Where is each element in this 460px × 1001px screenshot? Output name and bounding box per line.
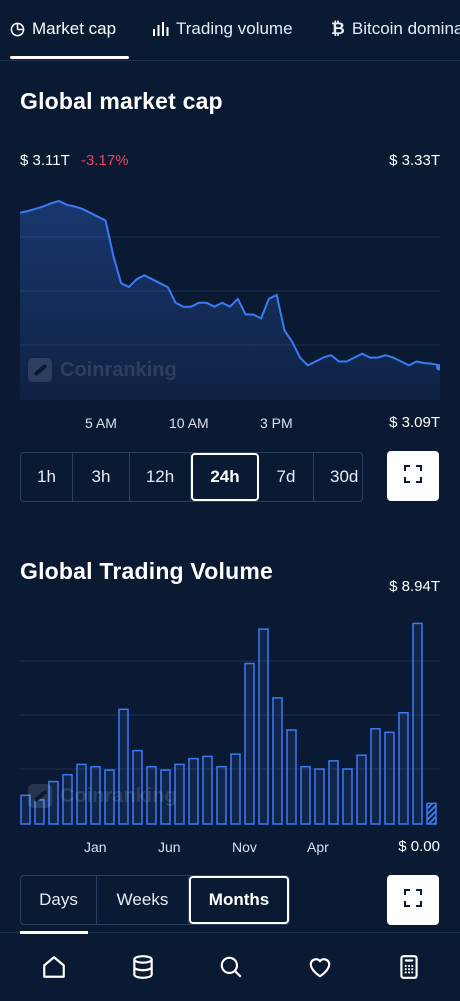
trading-volume-x-label: Jan — [84, 839, 107, 855]
market-cap-change: -3.17% — [81, 152, 129, 169]
period-1h-button[interactable]: 1h — [21, 453, 73, 501]
trading-volume-watermark: Coinranking — [28, 784, 177, 808]
market-cap-x-label: 10 AM — [169, 415, 209, 431]
nav-home[interactable] — [38, 951, 70, 983]
market-cap-watermark: Coinranking — [28, 358, 177, 382]
tab-trading-volume-label: Trading volume — [176, 19, 293, 38]
bitcoin-icon: ₿ — [331, 19, 345, 38]
trading-volume-high: $ 8.94T — [389, 578, 440, 595]
tab-trading-volume[interactable]: Trading volume — [152, 0, 293, 58]
volume-bar — [412, 622, 423, 825]
active-tab-indicator — [10, 56, 129, 59]
volume-bar — [230, 753, 241, 825]
bottom-navigation — [0, 931, 460, 1001]
period-30d-button[interactable]: 30d — [314, 453, 362, 501]
trading-volume-x-label: Jun — [158, 839, 181, 855]
period-7d-button[interactable]: 7d — [259, 453, 314, 501]
market-cap-title: Global market cap — [20, 88, 223, 114]
chart-tabs: Market cap Trading volume ₿ Bitcoin domi… — [0, 0, 460, 61]
volume-bar — [398, 712, 409, 825]
nav-favorites[interactable] — [304, 951, 336, 983]
market-cap-chart[interactable]: Coinranking — [20, 185, 440, 401]
range-months-button[interactable]: Months — [189, 876, 289, 924]
volume-bar — [356, 754, 367, 825]
range-weeks-button[interactable]: Weeks — [97, 876, 189, 924]
volume-bar — [342, 768, 353, 825]
trading-volume-x-label: Apr — [307, 839, 329, 855]
active-nav-indicator — [20, 931, 88, 934]
fullscreen-icon — [403, 888, 423, 913]
tab-market-cap[interactable]: Market cap — [10, 0, 116, 58]
volume-bar — [370, 728, 381, 825]
volume-bar — [188, 757, 199, 825]
period-selector: 1h 3h 12h 24h 7d 30d — [20, 452, 363, 502]
volume-bar — [314, 768, 325, 825]
fullscreen-icon — [403, 464, 423, 489]
market-cap-low: $ 3.09T — [389, 414, 440, 431]
tab-bitcoin-dominance[interactable]: ₿ Bitcoin dominance — [331, 0, 460, 58]
trading-volume-low: $ 0.00 — [398, 838, 440, 855]
trading-volume-fullscreen-button[interactable] — [387, 875, 439, 925]
market-cap-high: $ 3.33T — [389, 152, 440, 169]
market-cap-x-label: 5 AM — [85, 415, 117, 431]
range-days-button[interactable]: Days — [21, 876, 97, 924]
trading-volume-title: Global Trading Volume — [20, 558, 273, 584]
trading-volume-x-label: Nov — [232, 839, 257, 855]
period-12h-button[interactable]: 12h — [130, 453, 191, 501]
heart-icon — [309, 958, 331, 978]
volume-bar — [384, 731, 395, 825]
home-icon — [43, 956, 65, 978]
volume-bar — [258, 628, 269, 825]
range-selector: Days Weeks Months — [20, 875, 290, 925]
tab-market-cap-label: Market cap — [32, 19, 117, 38]
period-3h-button[interactable]: 3h — [73, 453, 130, 501]
volume-bar — [426, 802, 437, 825]
nav-search[interactable] — [215, 951, 247, 983]
volume-bar — [328, 760, 339, 825]
nav-calculator[interactable] — [393, 951, 425, 983]
volume-bar — [286, 729, 297, 825]
market-cap-fullscreen-button[interactable] — [387, 451, 439, 501]
coinranking-logo-icon — [28, 784, 52, 808]
calculator-icon — [400, 955, 418, 979]
pie-chart-icon — [10, 22, 25, 37]
volume-bar — [300, 765, 311, 825]
market-cap-x-label: 3 PM — [260, 415, 293, 431]
volume-bar — [272, 697, 283, 825]
tab-bitcoin-dominance-label: Bitcoin dominance — [351, 19, 460, 38]
volume-bar — [216, 765, 227, 825]
volume-bar — [244, 662, 255, 825]
bar-chart-icon — [152, 21, 169, 37]
market-cap-value: $ 3.11T — [20, 152, 70, 169]
coinranking-logo-icon — [28, 358, 52, 382]
trading-volume-chart[interactable]: Coinranking — [20, 609, 440, 825]
nav-coins[interactable] — [127, 951, 159, 983]
database-icon — [133, 955, 153, 979]
search-icon — [220, 956, 242, 978]
period-24h-button[interactable]: 24h — [191, 453, 259, 501]
volume-bar — [202, 755, 213, 825]
